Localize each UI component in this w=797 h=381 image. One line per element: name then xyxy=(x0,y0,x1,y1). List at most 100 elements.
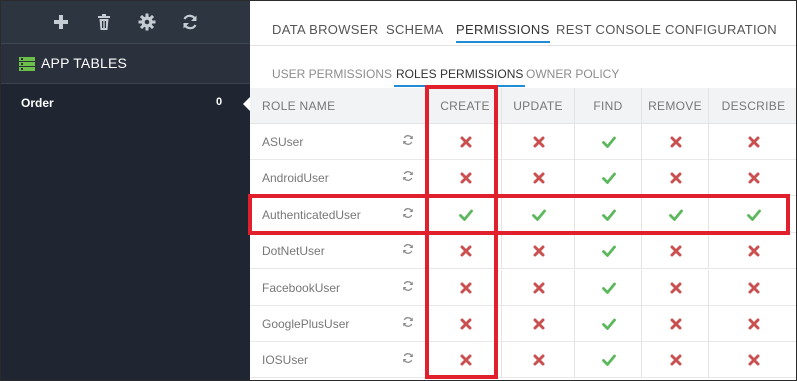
refresh-icon[interactable] xyxy=(402,280,414,292)
gear-icon[interactable] xyxy=(138,13,156,31)
permission-cell-describe[interactable] xyxy=(708,233,796,270)
subtab-owner-policy[interactable]: OWNER POLICY xyxy=(526,67,619,81)
permission-subtabs: USER PERMISSIONS ROLES PERMISSIONS OWNER… xyxy=(250,46,796,88)
refresh-icon[interactable] xyxy=(402,352,414,364)
cross-icon xyxy=(747,244,761,258)
cross-icon xyxy=(459,171,473,185)
table-row: AuthenticatedUser xyxy=(250,196,796,233)
cross-icon xyxy=(747,171,761,185)
trash-icon[interactable] xyxy=(95,13,113,31)
permission-cell-remove[interactable] xyxy=(641,306,708,342)
tab-permissions[interactable]: PERMISSIONS xyxy=(456,22,550,43)
cross-icon xyxy=(747,135,761,149)
tab-rest-console[interactable]: REST CONSOLE xyxy=(556,22,661,37)
permission-cell-find[interactable] xyxy=(574,160,641,197)
refresh-icon[interactable] xyxy=(402,170,414,182)
column-header-find: FIND xyxy=(574,88,641,124)
permission-cell-create[interactable] xyxy=(428,342,501,379)
permission-cell-create[interactable] xyxy=(428,196,501,233)
tab-schema[interactable]: SCHEMA xyxy=(386,22,443,37)
permission-cell-create[interactable] xyxy=(428,160,501,197)
permission-cell-describe[interactable] xyxy=(708,306,796,342)
cross-icon xyxy=(459,244,473,258)
column-header-describe: DESCRIBE xyxy=(708,88,796,124)
refresh-icon[interactable] xyxy=(181,13,199,31)
cross-icon xyxy=(532,135,546,149)
permission-cell-remove[interactable] xyxy=(641,233,708,270)
permission-cell-update[interactable] xyxy=(501,306,574,342)
permission-cell-update[interactable] xyxy=(501,160,574,197)
permission-cell-remove[interactable] xyxy=(641,124,708,160)
table-row: ASUser xyxy=(250,124,796,160)
cross-icon xyxy=(532,353,546,367)
permission-cell-update[interactable] xyxy=(501,233,574,270)
check-icon xyxy=(601,353,616,367)
check-icon xyxy=(747,208,761,222)
cross-icon xyxy=(459,135,473,149)
permission-cell-describe[interactable] xyxy=(708,196,796,233)
cross-icon xyxy=(532,317,546,331)
cross-icon xyxy=(669,171,683,185)
permission-cell-remove[interactable] xyxy=(641,196,708,233)
role-name: ASUser xyxy=(262,135,304,149)
permission-cell-find[interactable] xyxy=(574,196,641,233)
role-name: AuthenticatedUser xyxy=(262,207,361,222)
plus-icon[interactable] xyxy=(52,13,70,31)
subtab-user-permissions[interactable]: USER PERMISSIONS xyxy=(272,67,392,81)
subtab-roles-permissions[interactable]: ROLES PERMISSIONS xyxy=(393,67,526,87)
table-name: Order xyxy=(21,96,54,110)
permission-cell-find[interactable] xyxy=(574,233,641,270)
table-row: FacebookUser xyxy=(250,269,796,306)
permission-cell-create[interactable] xyxy=(428,233,501,270)
permission-cell-describe[interactable] xyxy=(708,269,796,306)
database-icon xyxy=(19,56,35,72)
cross-icon xyxy=(747,281,761,295)
permission-cell-create[interactable] xyxy=(428,306,501,342)
column-header-update: UPDATE xyxy=(501,88,574,124)
sidebar-item-order[interactable]: Order 0 xyxy=(1,91,251,117)
table-row: AndroidUser xyxy=(250,160,796,197)
permission-cell-find[interactable] xyxy=(574,306,641,342)
check-icon xyxy=(601,317,616,331)
sidebar: APP TABLES Order 0 xyxy=(1,1,251,380)
main-panel: DATA BROWSER SCHEMA PERMISSIONS REST CON… xyxy=(250,1,796,380)
permission-cell-create[interactable] xyxy=(428,269,501,306)
permission-cell-find[interactable] xyxy=(574,124,641,160)
permission-cell-find[interactable] xyxy=(574,342,641,379)
cross-icon xyxy=(747,317,761,331)
tab-data-browser[interactable]: DATA BROWSER xyxy=(272,22,378,37)
cross-icon xyxy=(459,317,473,331)
cross-icon xyxy=(669,317,683,331)
role-name: GooglePlusUser xyxy=(262,317,350,331)
permission-cell-update[interactable] xyxy=(501,124,574,160)
role-name: AndroidUser xyxy=(262,171,329,186)
cross-icon xyxy=(669,244,683,258)
column-header-remove: REMOVE xyxy=(641,88,708,124)
main-tabs: DATA BROWSER SCHEMA PERMISSIONS REST CON… xyxy=(250,1,796,46)
permission-cell-create[interactable] xyxy=(428,124,501,160)
permission-cell-remove[interactable] xyxy=(641,160,708,197)
table-row: DotNetUser xyxy=(250,233,796,270)
check-icon xyxy=(458,208,473,222)
permission-cell-update[interactable] xyxy=(501,269,574,306)
permission-cell-update[interactable] xyxy=(501,342,574,379)
permission-cell-update[interactable] xyxy=(501,196,574,233)
permission-cell-find[interactable] xyxy=(574,269,641,306)
permission-cell-describe[interactable] xyxy=(708,124,796,160)
refresh-icon[interactable] xyxy=(402,134,414,146)
refresh-icon[interactable] xyxy=(402,207,414,219)
sidebar-toolbar xyxy=(1,1,250,44)
column-header-create: CREATE xyxy=(428,88,501,124)
check-icon xyxy=(601,171,616,185)
refresh-icon[interactable] xyxy=(402,316,414,328)
permission-cell-describe[interactable] xyxy=(708,342,796,379)
role-name-header: ROLE NAME xyxy=(262,99,336,113)
cross-icon xyxy=(747,353,761,367)
permission-cell-remove[interactable] xyxy=(641,342,708,379)
app-tables-title: APP TABLES xyxy=(41,55,128,71)
permission-cell-remove[interactable] xyxy=(641,269,708,306)
refresh-icon[interactable] xyxy=(402,243,414,255)
tab-configuration[interactable]: CONFIGURATION xyxy=(665,22,777,37)
cross-icon xyxy=(669,353,683,367)
permission-cell-describe[interactable] xyxy=(708,160,796,197)
